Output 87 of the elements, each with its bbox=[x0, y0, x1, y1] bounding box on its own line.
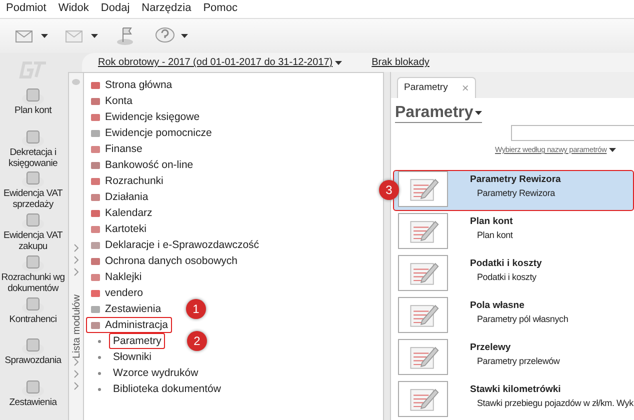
module-item[interactable]: Bankowość on-line bbox=[86, 157, 198, 173]
row-subtitle: Parametry Rewizora bbox=[476, 188, 556, 198]
edit-form-icon bbox=[398, 255, 448, 291]
row-title: Przelewy bbox=[470, 342, 512, 353]
fiscal-year-link[interactable]: Rok obrotowy - 2017 (od 01-01-2017 do 31-12-2017) bbox=[98, 57, 342, 68]
submodule-item[interactable]: Słowniki bbox=[109, 349, 156, 365]
parameter-row[interactable]: Stawki kilometrówki Stawki przebiegu pojazdów w zł/km. Wyk bbox=[393, 380, 634, 420]
menu-item[interactable]: Widok bbox=[58, 2, 89, 16]
caret-icon bbox=[41, 34, 48, 38]
row-title: Parametry Rewizora bbox=[470, 174, 561, 185]
nav-button[interactable]: Rozrachunki wg dokumentów bbox=[0, 254, 66, 296]
module-item[interactable]: Konta bbox=[86, 93, 136, 109]
submodule-item[interactable]: Parametry bbox=[109, 333, 166, 349]
nav-button[interactable]: Sprawozdania bbox=[0, 337, 66, 380]
nav-button[interactable]: Ewidencja VAT zakupu bbox=[0, 212, 66, 254]
module-item[interactable]: vendero bbox=[86, 285, 147, 301]
module-item[interactable]: Finanse bbox=[86, 141, 146, 157]
row-subtitle: Stawki przebiegu pojazdów w zł/km. Wyk bbox=[476, 398, 634, 408]
edit-form-icon bbox=[398, 297, 448, 333]
module-icon bbox=[90, 224, 101, 234]
tab[interactable]: Parametry × bbox=[397, 77, 476, 98]
row-subtitle: Parametry przelewów bbox=[476, 356, 560, 366]
module-item[interactable]: Kartoteki bbox=[86, 221, 150, 237]
parameter-row[interactable]: Parametry Rewizora Parametry Rewizora bbox=[393, 170, 634, 211]
parameter-row[interactable]: Plan kont Plan kont bbox=[393, 212, 634, 253]
module-icon bbox=[90, 112, 101, 122]
caret-icon bbox=[181, 34, 188, 38]
edit-form-icon bbox=[398, 381, 448, 417]
module-icon bbox=[90, 272, 101, 282]
edit-form-icon bbox=[398, 339, 448, 375]
search-field[interactable] bbox=[511, 125, 634, 141]
module-icon bbox=[90, 128, 101, 138]
module-icon bbox=[90, 96, 101, 106]
caret-icon bbox=[608, 148, 616, 152]
row-subtitle: Plan kont bbox=[476, 230, 513, 240]
module-item[interactable]: Ewidencje księgowe bbox=[86, 109, 204, 125]
module-icon bbox=[90, 240, 101, 250]
module-icon bbox=[90, 320, 101, 330]
callout-badge: 2 bbox=[187, 331, 207, 351]
row-title: Pola własne bbox=[470, 300, 526, 311]
menu-item[interactable]: Podmiot bbox=[6, 2, 46, 16]
lock-link[interactable]: Brak blokady bbox=[372, 57, 430, 68]
edit-form-icon bbox=[398, 213, 448, 249]
module-item[interactable]: Deklaracje i e-Sprawozdawczość bbox=[86, 237, 264, 253]
module-item[interactable]: Zestawienia bbox=[86, 301, 166, 317]
edit-form-icon bbox=[398, 171, 448, 207]
menu-item[interactable]: Dodaj bbox=[100, 2, 130, 16]
parameter-row[interactable]: Przelewy Parametry przelewów bbox=[393, 338, 634, 379]
module-item[interactable]: Ochrona danych osobowych bbox=[86, 253, 242, 269]
module-icon bbox=[90, 288, 101, 298]
submodule-item[interactable]: Biblioteka dokumentów bbox=[109, 381, 225, 397]
row-title: Plan kont bbox=[470, 216, 513, 227]
module-icon bbox=[90, 144, 101, 154]
module-icon bbox=[90, 304, 101, 314]
module-item[interactable]: Administracja bbox=[86, 317, 172, 333]
module-icon bbox=[90, 80, 101, 90]
menu-item[interactable]: Pomoc bbox=[203, 2, 238, 16]
row-title: Stawki kilometrówki bbox=[470, 384, 562, 395]
caret-icon bbox=[475, 111, 482, 115]
module-item[interactable]: Kalendarz bbox=[86, 205, 156, 221]
nav-button[interactable]: Ewidencja VAT sprzedaży bbox=[0, 170, 66, 212]
row-subtitle: Podatki i koszty bbox=[476, 272, 538, 282]
submodule-item[interactable]: Wzorce wydruków bbox=[109, 365, 202, 381]
nav-button[interactable]: Dekretacja i księgowanie bbox=[0, 128, 66, 170]
module-icon bbox=[90, 208, 101, 218]
module-icon bbox=[90, 256, 101, 266]
parameter-row[interactable]: Pola własne Parametry pól własnych bbox=[393, 296, 634, 337]
caret-icon bbox=[91, 34, 98, 38]
callout-badge: 1 bbox=[186, 299, 206, 319]
caret-icon bbox=[334, 60, 342, 64]
nav-button[interactable]: Kontrahenci bbox=[0, 296, 66, 338]
row-subtitle: Parametry pól własnych bbox=[476, 314, 568, 324]
page-title[interactable]: Parametry bbox=[395, 104, 482, 123]
module-item[interactable]: Działania bbox=[86, 189, 152, 205]
row-title: Podatki i koszty bbox=[470, 258, 542, 269]
nav-button[interactable]: Zestawienia bbox=[0, 379, 66, 420]
nav-button[interactable]: Plan kont bbox=[0, 86, 66, 129]
menu-item[interactable]: Narzędzia bbox=[142, 2, 192, 16]
parameter-row[interactable]: Podatki i koszty Podatki i koszty bbox=[393, 254, 634, 295]
module-item[interactable]: Strona główna bbox=[86, 77, 176, 93]
module-icon bbox=[90, 160, 101, 170]
panel-title: Lista modułów bbox=[72, 294, 82, 358]
module-item[interactable]: Rozrachunki bbox=[86, 173, 168, 189]
module-icon bbox=[90, 176, 101, 186]
module-icon bbox=[90, 192, 101, 202]
module-item[interactable]: Naklejki bbox=[86, 269, 146, 285]
module-item[interactable]: Ewidencje pomocnicze bbox=[86, 125, 216, 141]
